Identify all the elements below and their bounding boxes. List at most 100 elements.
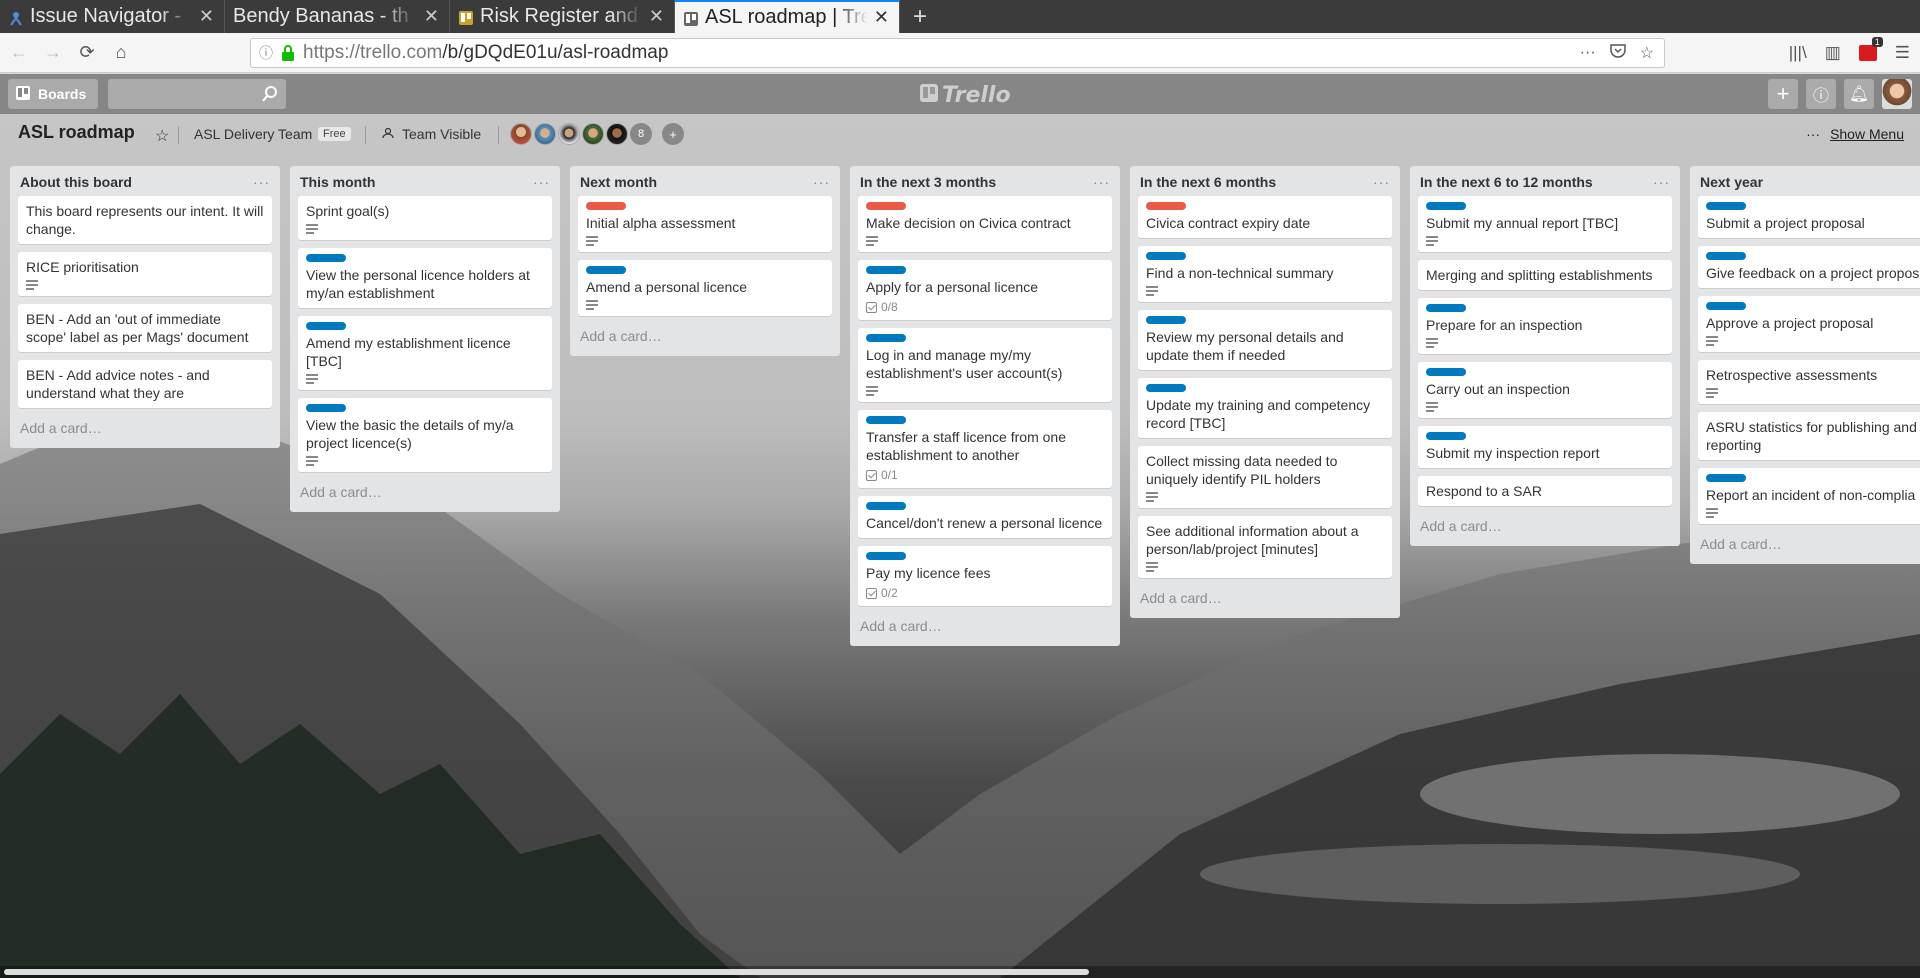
card[interactable]: Retrospective assessments [1698, 360, 1920, 404]
card[interactable]: Submit my inspection report [1418, 426, 1672, 468]
list-title[interactable]: Next month [580, 174, 657, 190]
member-avatar[interactable] [510, 123, 532, 145]
info-icon[interactable]: ⓘ [1806, 79, 1836, 109]
lock-icon[interactable] [281, 45, 295, 61]
list-menu-icon[interactable]: ··· [533, 174, 550, 190]
card[interactable]: Cancel/don't renew a personal licence [858, 496, 1112, 538]
page-actions-icon[interactable]: ··· [1580, 44, 1596, 62]
boards-button[interactable]: Boards [8, 79, 98, 109]
close-icon[interactable]: ✕ [649, 6, 664, 27]
card[interactable]: View the basic the details of my/a proje… [298, 398, 552, 472]
member-avatar[interactable] [606, 123, 628, 145]
browser-tab[interactable]: Risk Register and ✕ [450, 0, 675, 33]
list-menu-icon[interactable]: ··· [253, 174, 270, 190]
card[interactable]: Merging and splitting establishments [1418, 260, 1672, 290]
member-avatar[interactable] [582, 123, 604, 145]
card[interactable]: This board represents our intent. It wil… [18, 196, 272, 244]
card[interactable]: Respond to a SAR [1418, 476, 1672, 506]
card[interactable]: Make decision on Civica contract [858, 196, 1112, 252]
list-menu-icon[interactable]: ··· [1653, 174, 1670, 190]
browser-tab[interactable]: Issue Navigator - ✕ [0, 0, 225, 33]
new-tab-button[interactable]: + [900, 0, 940, 33]
card[interactable]: BEN - Add an 'out of immediate scope' la… [18, 304, 272, 352]
team-name[interactable]: ASL Delivery Team [194, 126, 312, 142]
card[interactable]: Amend my establishment licence [TBC] [298, 316, 552, 390]
trello-logo[interactable]: Trello [920, 83, 1011, 108]
back-arrow-icon[interactable]: ← [4, 38, 34, 68]
notifications-bell-icon[interactable]: 🔔︎ [1844, 79, 1874, 109]
add-card-button[interactable]: Add a card… [1130, 586, 1400, 616]
user-avatar[interactable] [1882, 79, 1912, 109]
card[interactable]: ASRU statistics for publishing and repor… [1698, 412, 1920, 460]
card[interactable]: Amend a personal licence [578, 260, 832, 316]
list-title[interactable]: This month [300, 174, 375, 190]
card[interactable]: Update my training and competency record… [1138, 378, 1392, 438]
card[interactable]: Transfer a staff licence from one establ… [858, 410, 1112, 488]
card[interactable]: Prepare for an inspection [1418, 298, 1672, 354]
library-icon[interactable]: |||\ [1789, 43, 1807, 63]
board-title[interactable]: ASL roadmap [18, 122, 135, 143]
url-bar[interactable]: ⓘ https://trello.com/b/gDQdE01u/asl-road… [250, 38, 1665, 68]
card[interactable]: Approve a project proposal [1698, 296, 1920, 352]
hamburger-menu-icon[interactable]: ☰ [1895, 43, 1910, 63]
member-avatar[interactable] [534, 123, 556, 145]
info-icon[interactable]: ⓘ [259, 43, 277, 63]
close-icon[interactable]: ✕ [199, 6, 214, 27]
card[interactable]: Find a non-technical summary [1138, 246, 1392, 302]
list-title[interactable]: In the next 6 months [1140, 174, 1276, 190]
scrollbar-thumb[interactable] [4, 969, 1089, 975]
list-menu-icon[interactable]: ··· [1093, 174, 1110, 190]
star-icon[interactable]: ☆ [155, 126, 169, 146]
search-icon[interactable] [262, 86, 278, 102]
card[interactable]: Pay my licence fees 0/2 [858, 546, 1112, 606]
list-title[interactable]: Next year [1700, 174, 1763, 190]
card-badges [1146, 562, 1384, 572]
search-input[interactable] [108, 79, 286, 109]
card[interactable]: BEN - Add advice notes - and understand … [18, 360, 272, 408]
card[interactable]: See additional information about a perso… [1138, 516, 1392, 578]
member-avatar[interactable] [558, 123, 580, 145]
list-title[interactable]: In the next 6 to 12 months [1420, 174, 1593, 190]
forward-arrow-icon[interactable]: → [38, 38, 68, 68]
list-menu-icon[interactable]: ··· [813, 174, 830, 190]
card[interactable]: Give feedback on a project propos [1698, 246, 1920, 288]
sidebar-icon[interactable]: ▥ [1825, 43, 1841, 63]
card[interactable]: Submit my annual report [TBC] [1418, 196, 1672, 252]
visibility-button[interactable]: Team Visible [382, 126, 481, 142]
add-card-button[interactable]: Add a card… [570, 324, 840, 354]
card[interactable]: Apply for a personal licence 0/8 [858, 260, 1112, 320]
browser-tab[interactable]: Bendy Bananas - th ✕ [225, 0, 450, 33]
list-menu-icon[interactable]: ··· [1373, 174, 1390, 190]
add-card-button[interactable]: Add a card… [1410, 514, 1680, 544]
add-card-button[interactable]: Add a card… [1690, 532, 1920, 562]
card[interactable]: Review my personal details and update th… [1138, 310, 1392, 370]
card[interactable]: Carry out an inspection [1418, 362, 1672, 418]
list-title[interactable]: In the next 3 months [860, 174, 996, 190]
member-overflow-count[interactable]: 8 [630, 123, 652, 145]
close-icon[interactable]: ✕ [424, 6, 439, 27]
card[interactable]: Sprint goal(s) [298, 196, 552, 240]
add-button[interactable]: + [1768, 79, 1798, 109]
card[interactable]: View the personal licence holders at my/… [298, 248, 552, 308]
pocket-icon[interactable] [1609, 43, 1626, 63]
home-icon[interactable]: ⌂ [106, 38, 136, 68]
card[interactable]: Log in and manage my/my establishment's … [858, 328, 1112, 402]
show-menu-button[interactable]: ··· Show Menu [1806, 126, 1904, 142]
card[interactable]: Collect missing data needed to uniquely … [1138, 446, 1392, 508]
add-member-icon[interactable]: + [662, 123, 684, 145]
card[interactable]: RICE prioritisation [18, 252, 272, 296]
add-card-button[interactable]: Add a card… [10, 416, 280, 446]
card[interactable]: Civica contract expiry date [1138, 196, 1392, 238]
list-title[interactable]: About this board [20, 174, 132, 190]
card[interactable]: Initial alpha assessment [578, 196, 832, 252]
bookmark-star-icon[interactable]: ☆ [1640, 43, 1654, 63]
card[interactable]: Report an incident of non-complia [1698, 468, 1920, 524]
extension-icon[interactable]: 1 [1858, 37, 1883, 61]
horizontal-scrollbar[interactable] [0, 966, 1920, 978]
reload-icon[interactable]: ⟳ [72, 38, 102, 68]
card[interactable]: Submit a project proposal [1698, 196, 1920, 238]
browser-tab-active[interactable]: ASL roadmap | Tre ✕ [675, 0, 900, 33]
close-icon[interactable]: ✕ [874, 7, 889, 28]
add-card-button[interactable]: Add a card… [290, 480, 560, 510]
add-card-button[interactable]: Add a card… [850, 614, 1120, 644]
